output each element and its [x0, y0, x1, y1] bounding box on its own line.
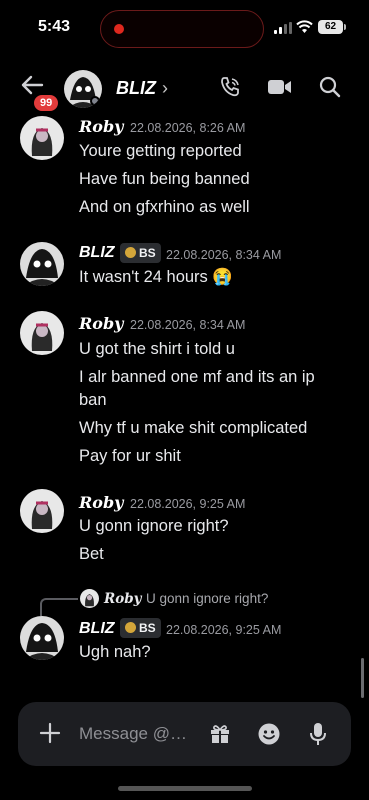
- message-text: I alr banned one mf and its an ip: [79, 368, 315, 386]
- clock: 5:43: [38, 18, 71, 35]
- message-text: Have fun being banned: [79, 170, 250, 188]
- message-text: U gonn ignore right?: [79, 517, 229, 535]
- microphone-icon[interactable]: [308, 722, 328, 746]
- message-text: Bet: [79, 545, 104, 563]
- avatar[interactable]: [20, 616, 64, 660]
- role-tag: BS: [120, 618, 161, 638]
- role-tag-label: BS: [139, 621, 156, 635]
- message-timestamp: 22.08.2026, 8:26 AM: [130, 121, 246, 135]
- message-author[interactable]: Roby: [79, 493, 123, 512]
- role-tag-label: BS: [139, 246, 156, 260]
- message-author[interactable]: Roby: [79, 117, 123, 136]
- wifi-icon: [296, 20, 313, 33]
- video-camera-icon[interactable]: [268, 79, 292, 95]
- cellular-signal-icon: [274, 22, 292, 34]
- gift-icon[interactable]: [208, 722, 232, 746]
- message-text: U got the shirt i told u: [79, 340, 235, 358]
- reply-avatar[interactable]: [80, 589, 99, 608]
- avatar[interactable]: [64, 70, 102, 108]
- phone-call-icon[interactable]: [219, 76, 241, 98]
- message-composer: Message @…: [18, 702, 351, 766]
- avatar[interactable]: [20, 489, 64, 533]
- message-text: Why tf u make shit complicated: [79, 419, 308, 437]
- reply-author[interactable]: Roby: [104, 591, 142, 607]
- avatar[interactable]: [20, 242, 64, 286]
- role-tag: BS: [120, 243, 161, 263]
- chevron-right-icon[interactable]: ›: [162, 78, 168, 99]
- status-bar: 5:43 62: [0, 0, 369, 56]
- plus-icon[interactable]: [38, 721, 62, 745]
- record-dot-icon: [114, 24, 124, 34]
- avatar[interactable]: [20, 311, 64, 355]
- message-author[interactable]: Roby: [79, 314, 123, 333]
- message-author[interactable]: BLIZ: [79, 620, 115, 638]
- message-text: ban: [79, 391, 107, 409]
- message-input[interactable]: Message @…: [79, 724, 187, 744]
- recording-indicator-pill: [100, 10, 264, 48]
- message-text: Pay for ur shit: [79, 447, 181, 465]
- message-text: Youre getting reported: [79, 142, 242, 160]
- message-timestamp: 22.08.2026, 9:25 AM: [130, 497, 246, 511]
- chat-header: 99 BLIZ ›: [0, 60, 369, 116]
- skull-icon: [125, 622, 136, 633]
- skull-icon: [125, 247, 136, 258]
- scrollbar[interactable]: [361, 658, 364, 698]
- channel-name[interactable]: BLIZ: [116, 78, 156, 99]
- unread-count-badge: 99: [32, 93, 61, 113]
- home-indicator[interactable]: [118, 786, 252, 791]
- message-timestamp: 22.08.2026, 8:34 AM: [166, 248, 282, 262]
- reply-preview[interactable]: U gonn ignore right?: [146, 591, 268, 606]
- message-author[interactable]: BLIZ: [79, 244, 115, 262]
- avatar[interactable]: [20, 116, 64, 160]
- search-icon[interactable]: [319, 76, 341, 98]
- message-timestamp: 22.08.2026, 9:25 AM: [166, 623, 282, 637]
- reply-connector: [40, 598, 78, 616]
- message-text: And on gfxrhino as well: [79, 198, 250, 216]
- battery-icon: 62: [318, 20, 346, 34]
- message-text: Ugh nah?: [79, 643, 151, 661]
- message-text: It wasn't 24 hours 😭: [79, 268, 233, 286]
- emoji-icon[interactable]: [257, 722, 281, 746]
- message-timestamp: 22.08.2026, 8:34 AM: [130, 318, 246, 332]
